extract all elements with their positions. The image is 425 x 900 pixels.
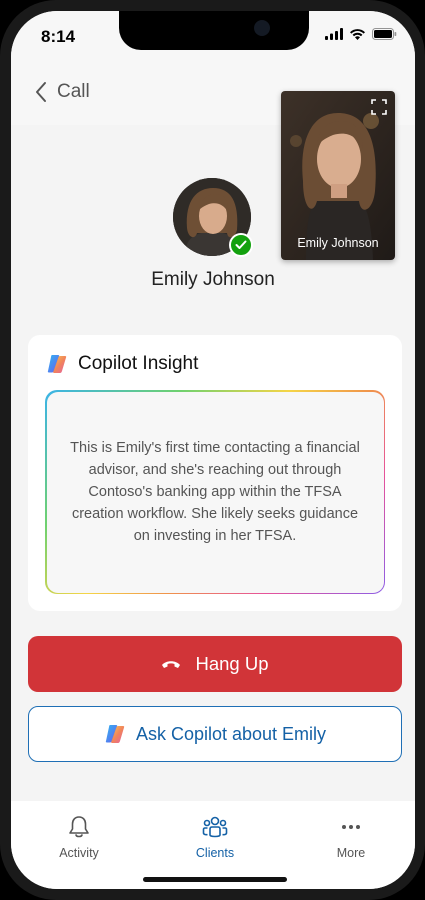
copilot-icon bbox=[105, 725, 125, 743]
bottom-nav: Activity Clients More bbox=[11, 801, 415, 889]
insight-text: This is Emily's first time contacting a … bbox=[70, 440, 360, 544]
hang-up-button[interactable]: Hang Up bbox=[28, 636, 402, 692]
expand-icon[interactable] bbox=[371, 99, 387, 120]
status-icons bbox=[325, 28, 397, 40]
back-label: Call bbox=[57, 81, 90, 102]
checkmark-icon bbox=[235, 240, 247, 249]
screen: 8:14 Call Emily Johnson Emily Johnson Co… bbox=[11, 11, 415, 889]
more-icon bbox=[342, 825, 360, 829]
phone-frame: 8:14 Call Emily Johnson Emily Johnson Co… bbox=[0, 0, 425, 900]
nav-item-more[interactable]: More bbox=[301, 815, 401, 860]
video-preview[interactable]: Emily Johnson bbox=[281, 91, 395, 260]
copilot-icon bbox=[47, 355, 67, 373]
nav-label-activity: Activity bbox=[59, 846, 99, 860]
notch bbox=[119, 11, 309, 50]
signal-icon bbox=[325, 28, 343, 40]
insight-header: Copilot Insight bbox=[46, 353, 198, 375]
nav-item-activity[interactable]: Activity bbox=[29, 815, 129, 860]
back-button[interactable]: Call bbox=[35, 81, 90, 103]
ask-copilot-label: Ask Copilot about Emily bbox=[135, 723, 327, 744]
status-time: 8:14 bbox=[41, 27, 76, 46]
home-indicator bbox=[143, 877, 287, 882]
caller-name: Emily Johnson bbox=[151, 269, 275, 290]
wifi-icon bbox=[350, 29, 365, 40]
video-name-label: Emily Johnson bbox=[297, 236, 379, 250]
people-icon bbox=[202, 816, 228, 838]
presence-badge bbox=[229, 233, 253, 257]
insight-box: This is Emily's first time contacting a … bbox=[45, 390, 385, 594]
battery-icon bbox=[372, 28, 397, 40]
ask-copilot-button[interactable]: Ask Copilot about Emily bbox=[28, 706, 402, 762]
hang-up-label: Hang Up bbox=[195, 653, 269, 674]
insight-title: Copilot Insight bbox=[78, 353, 199, 374]
nav-label-more: More bbox=[336, 846, 366, 860]
camera-icon bbox=[254, 20, 270, 36]
chevron-left-icon bbox=[36, 82, 46, 102]
insight-card: Copilot Insight This is Emily's first ti… bbox=[28, 335, 402, 611]
hang-up-icon bbox=[162, 661, 181, 668]
nav-label-clients: Clients bbox=[195, 846, 235, 860]
nav-item-clients[interactable]: Clients bbox=[165, 815, 265, 860]
bell-icon bbox=[69, 816, 89, 838]
